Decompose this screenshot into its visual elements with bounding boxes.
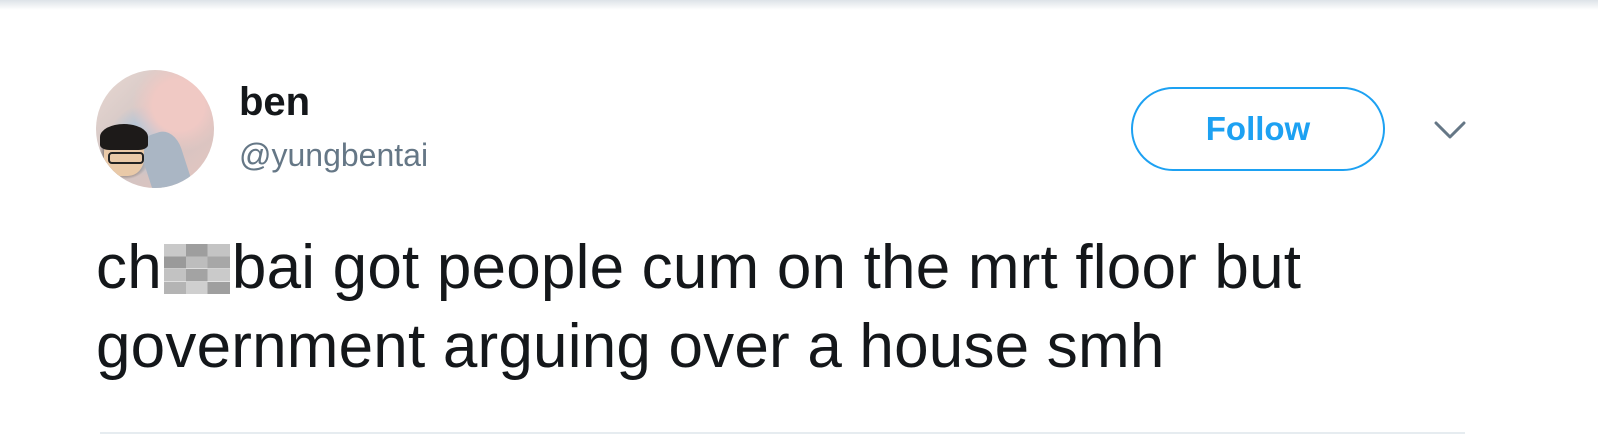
avatar-hair xyxy=(100,124,148,150)
tweet-text-suffix: bai got people cum on the mrt floor but … xyxy=(96,233,1302,381)
divider xyxy=(100,432,1465,434)
tweet-text-prefix: ch xyxy=(96,233,162,302)
author-handle[interactable]: @yungbentai xyxy=(239,136,428,174)
follow-button[interactable]: Follow xyxy=(1131,87,1385,171)
avatar-glasses xyxy=(108,152,144,164)
chevron-down-icon[interactable] xyxy=(1430,115,1470,145)
censored-block xyxy=(163,244,230,294)
tweet-card: ben @yungbentai Follow ch bai got people … xyxy=(0,0,1598,442)
avatar[interactable] xyxy=(96,70,214,188)
tweet-text: ch bai got people cum on the mrt floor bu… xyxy=(96,228,1496,386)
author-name[interactable]: ben xyxy=(239,80,310,124)
